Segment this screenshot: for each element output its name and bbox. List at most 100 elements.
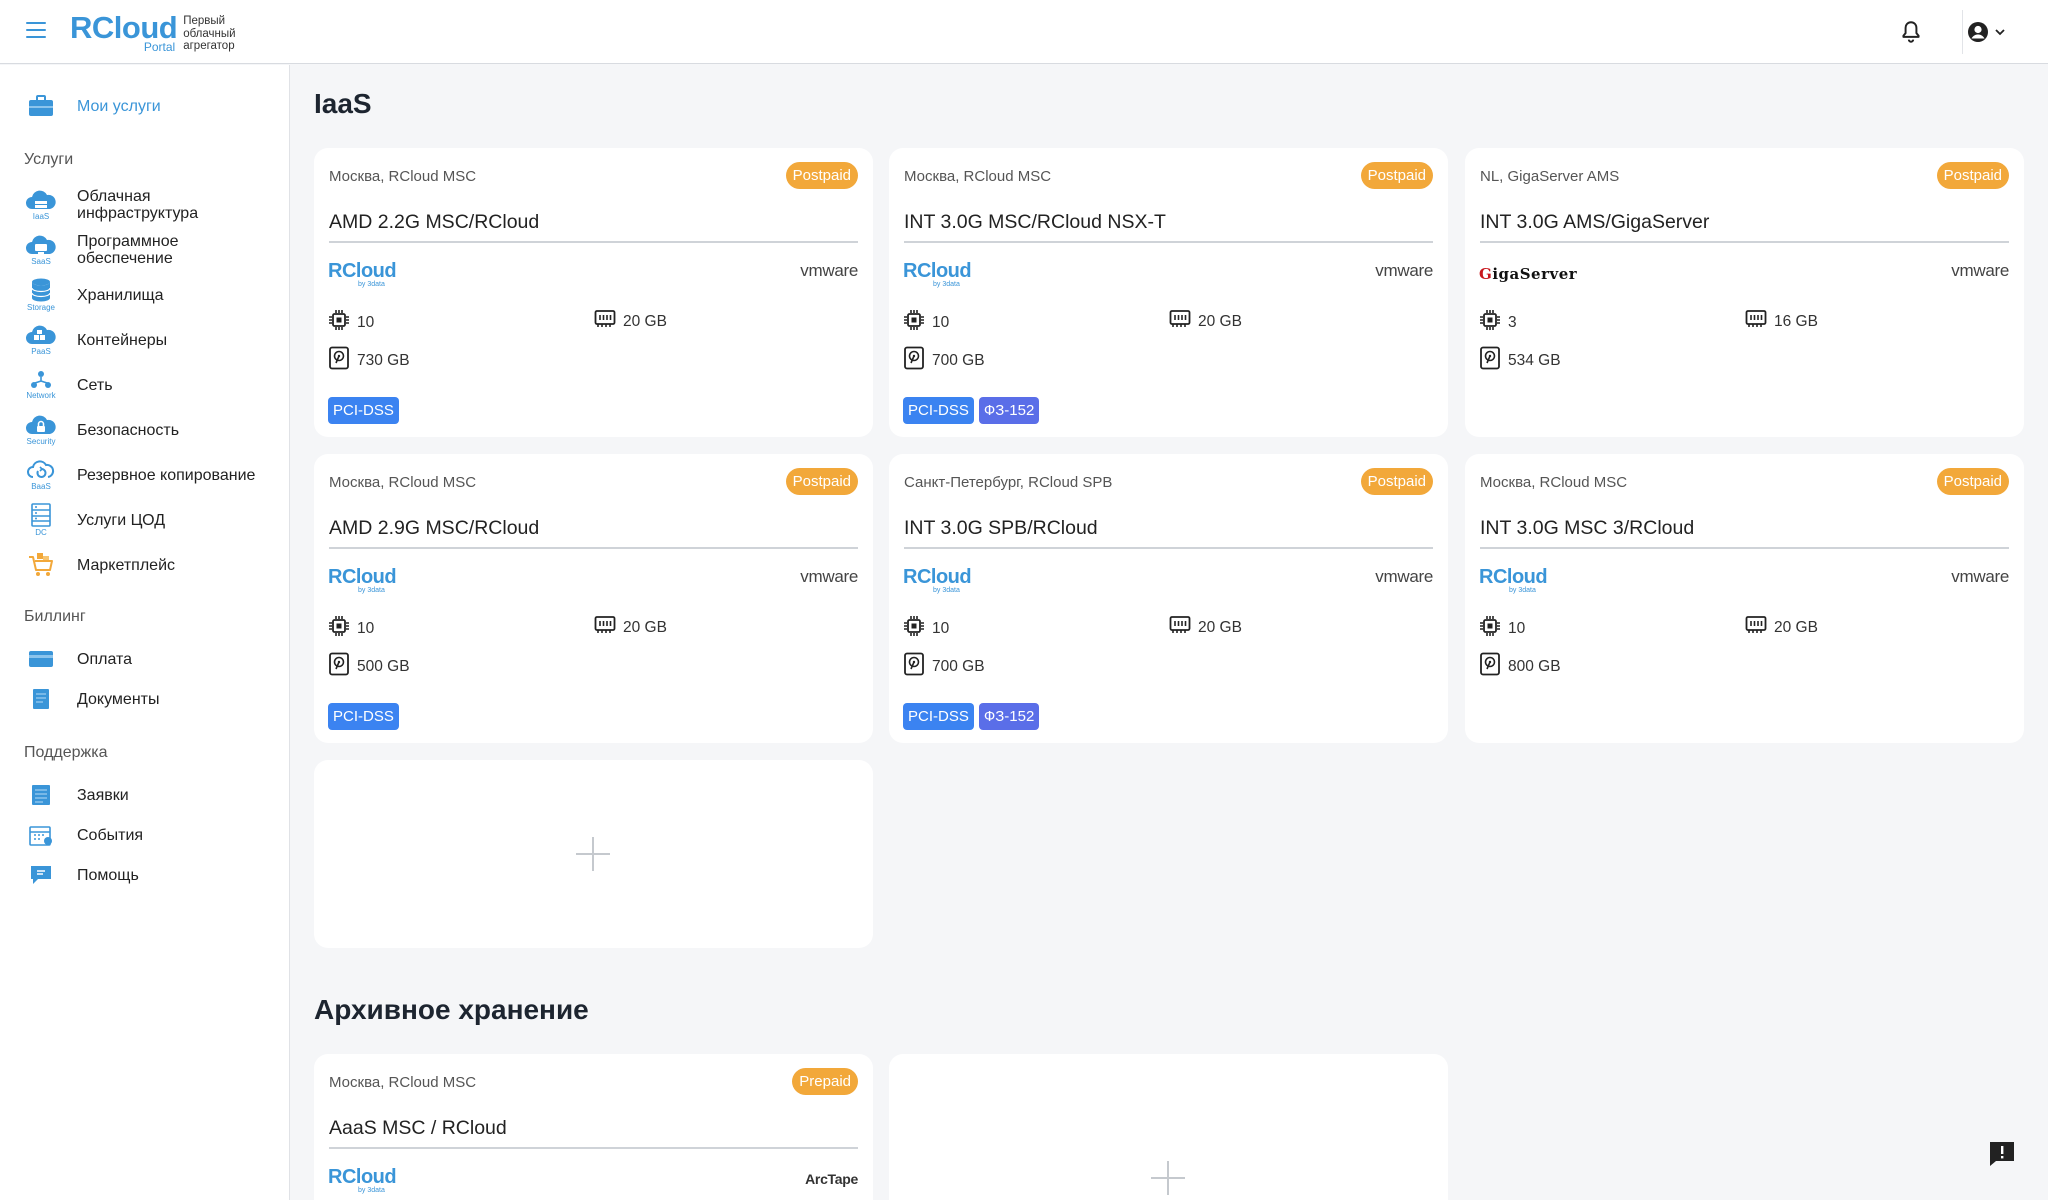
service-card[interactable]: Москва, RCloud MSC Postpaid AMD 2.9G MSC/R… bbox=[314, 454, 873, 743]
ram-spec: 16 GB bbox=[1745, 309, 1818, 334]
sidebar-item-label: Безопасность bbox=[77, 421, 180, 439]
sidebar-item-label: Документы bbox=[77, 690, 160, 708]
service-card[interactable]: Санкт-Петербург, RCloud SPB Postpaid INT 3… bbox=[889, 454, 1448, 743]
compliance-tags: PCI-DSS ФЗ-152 bbox=[903, 703, 1040, 730]
ram-icon bbox=[1745, 309, 1774, 334]
cpu-spec: 10 bbox=[903, 615, 949, 642]
sidebar-item-help[interactable]: Помощь bbox=[0, 855, 289, 895]
card-title: INT 3.0G MSC 3/RCloud bbox=[1480, 517, 1695, 539]
chat-help-icon bbox=[20, 854, 62, 896]
card-divider bbox=[1480, 547, 2009, 549]
sidebar-item-events[interactable]: События bbox=[0, 815, 289, 855]
logo[interactable]: RCloud Portal Первый облачный агрегатор bbox=[70, 12, 263, 54]
compliance-tag: PCI-DSS bbox=[903, 703, 974, 730]
plus-icon bbox=[576, 837, 610, 871]
sidebar-item-security[interactable]: Security Безопасность bbox=[0, 408, 289, 452]
disk-value: 534 GB bbox=[1508, 351, 1561, 369]
sidebar-item-baas[interactable]: BaaS Резервное копирование bbox=[0, 453, 289, 497]
ram-icon bbox=[1169, 615, 1198, 640]
ram-value: 16 GB bbox=[1774, 312, 1818, 330]
sidebar-item-payment[interactable]: Оплата bbox=[0, 639, 289, 679]
billing-badge: Postpaid bbox=[1360, 468, 1433, 495]
feedback-icon[interactable] bbox=[1987, 1139, 2017, 1169]
vendor-logo: vmware bbox=[1375, 567, 1433, 586]
bell-icon[interactable] bbox=[1898, 19, 1924, 45]
disk-icon bbox=[903, 652, 932, 681]
sidebar-item-my-services[interactable]: Мои услуги bbox=[0, 85, 289, 127]
ram-icon bbox=[1745, 615, 1774, 640]
disk-spec: 500 GB bbox=[328, 652, 410, 681]
sidebar: Мои услуги Услуги IaaS Облачная инфрастр… bbox=[0, 65, 290, 1200]
card-title: INT 3.0G AMS/GigaServer bbox=[1480, 211, 1710, 233]
cpu-spec: 3 bbox=[1479, 309, 1517, 336]
card-location: Москва, RCloud MSC bbox=[904, 168, 1052, 185]
cloud-backup-icon: BaaS bbox=[20, 454, 62, 496]
disk-icon bbox=[328, 652, 357, 681]
cpu-icon bbox=[903, 309, 932, 336]
disk-spec: 800 GB bbox=[1479, 652, 1561, 681]
billing-badge: Postpaid bbox=[1936, 162, 2009, 189]
billing-badge: Postpaid bbox=[785, 162, 858, 189]
ram-icon bbox=[594, 309, 623, 334]
datacenter-icon: DC bbox=[20, 499, 62, 541]
disk-spec: 700 GB bbox=[903, 346, 985, 375]
vendor-logo: vmware bbox=[1951, 261, 2009, 280]
archive-section-title: Архивное хранение bbox=[314, 994, 589, 1025]
service-card[interactable]: Москва, RCloud MSC Prepaid AaaS MSC / RClo… bbox=[314, 1054, 873, 1200]
disk-icon bbox=[903, 346, 932, 375]
rcloud-logo: RCloud by 3data bbox=[328, 260, 397, 288]
sidebar-item-label: Помощь bbox=[77, 866, 139, 884]
sidebar-item-iaas[interactable]: IaaS Облачная инфраструктура bbox=[0, 183, 289, 227]
card-title: INT 3.0G SPB/RCloud bbox=[904, 517, 1098, 539]
plus-icon bbox=[1151, 1161, 1185, 1195]
cpu-spec: 10 bbox=[328, 309, 374, 336]
ram-icon bbox=[594, 615, 623, 640]
menu-icon[interactable] bbox=[26, 22, 46, 38]
card-title: AMD 2.9G MSC/RCloud bbox=[329, 517, 540, 539]
vendor-logo: vmware bbox=[1951, 567, 2009, 586]
calendar-icon bbox=[20, 814, 62, 856]
service-card[interactable]: Москва, RCloud MSC Postpaid INT 3.0G MSC/R… bbox=[889, 148, 1448, 437]
ram-spec: 20 GB bbox=[1169, 615, 1242, 640]
sidebar-item-network[interactable]: Network Сеть bbox=[0, 363, 289, 407]
user-menu[interactable] bbox=[1962, 18, 2010, 46]
card-title: AMD 2.2G MSC/RCloud bbox=[329, 211, 540, 233]
service-card[interactable]: NL, GigaServer AMS Postpaid INT 3.0G AMS/G… bbox=[1465, 148, 2024, 437]
top-header: RCloud Portal Первый облачный агрегатор bbox=[0, 0, 2048, 64]
briefcase-icon bbox=[20, 85, 62, 127]
cpu-spec: 10 bbox=[328, 615, 374, 642]
cpu-icon bbox=[1479, 309, 1508, 336]
gigaserver-logo: GigaServer bbox=[1479, 265, 1578, 283]
cpu-value: 10 bbox=[1508, 619, 1526, 637]
cpu-value: 10 bbox=[932, 313, 950, 331]
ram-value: 20 GB bbox=[1198, 618, 1242, 636]
disk-icon bbox=[1479, 652, 1508, 681]
compliance-tags: PCI-DSS ФЗ-152 bbox=[903, 397, 1040, 424]
vendor-logo: vmware bbox=[800, 567, 858, 586]
ram-icon bbox=[1169, 309, 1198, 334]
sidebar-item-marketplace[interactable]: Маркетплейс bbox=[0, 543, 289, 587]
ram-spec: 20 GB bbox=[594, 615, 667, 640]
billing-badge: Postpaid bbox=[785, 468, 858, 495]
ram-value: 20 GB bbox=[1198, 312, 1242, 330]
compliance-tag: PCI-DSS bbox=[903, 397, 974, 424]
service-card[interactable]: Москва, RCloud MSC Postpaid INT 3.0G MSC 3… bbox=[1465, 454, 2024, 743]
sidebar-item-documents[interactable]: Документы bbox=[0, 679, 289, 719]
card-divider bbox=[329, 241, 858, 243]
add-archive-service-button[interactable] bbox=[889, 1054, 1448, 1200]
card-divider bbox=[329, 547, 858, 549]
compliance-tag: ФЗ-152 bbox=[978, 703, 1040, 730]
user-avatar-icon bbox=[1967, 22, 1988, 42]
sidebar-item-tickets[interactable]: Заявки bbox=[0, 775, 289, 815]
service-card[interactable]: Москва, RCloud MSC Postpaid AMD 2.2G MSC/R… bbox=[314, 148, 873, 437]
disk-spec: 700 GB bbox=[903, 652, 985, 681]
sidebar-item-saas[interactable]: SaaS Программное обеспечение bbox=[0, 228, 289, 272]
add-iaas-service-button[interactable] bbox=[314, 760, 873, 948]
disk-value: 800 GB bbox=[1508, 657, 1561, 675]
sidebar-item-storage[interactable]: Storage Хранилища bbox=[0, 273, 289, 317]
sidebar-item-paas[interactable]: PaaS Контейнеры bbox=[0, 318, 289, 362]
sidebar-item-dc[interactable]: DC Услуги ЦОД bbox=[0, 498, 289, 542]
card-divider bbox=[329, 1147, 858, 1149]
sidebar-item-label: События bbox=[77, 826, 144, 844]
card-title: AaaS MSC / RCloud bbox=[329, 1117, 507, 1139]
